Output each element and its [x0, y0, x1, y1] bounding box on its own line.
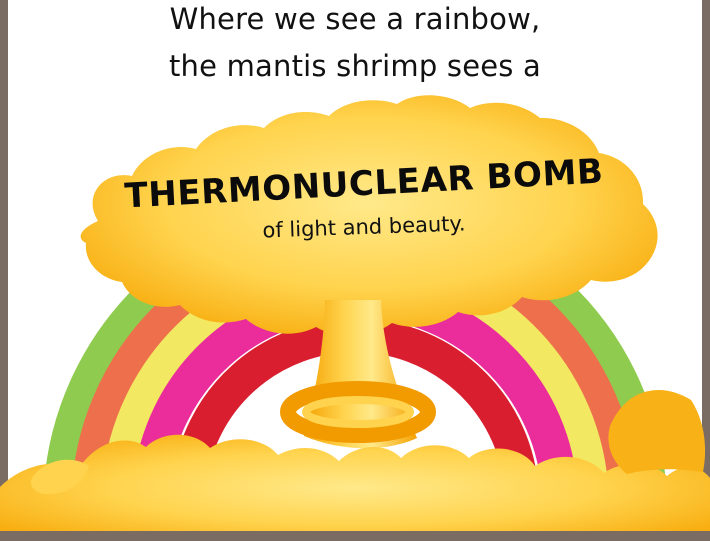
mushroom-cloud-icon — [0, 95, 710, 541]
comic-panel: Where we see a rainbow, the mantis shrim… — [0, 0, 710, 541]
rainbow-explosion-illustration — [0, 95, 710, 541]
